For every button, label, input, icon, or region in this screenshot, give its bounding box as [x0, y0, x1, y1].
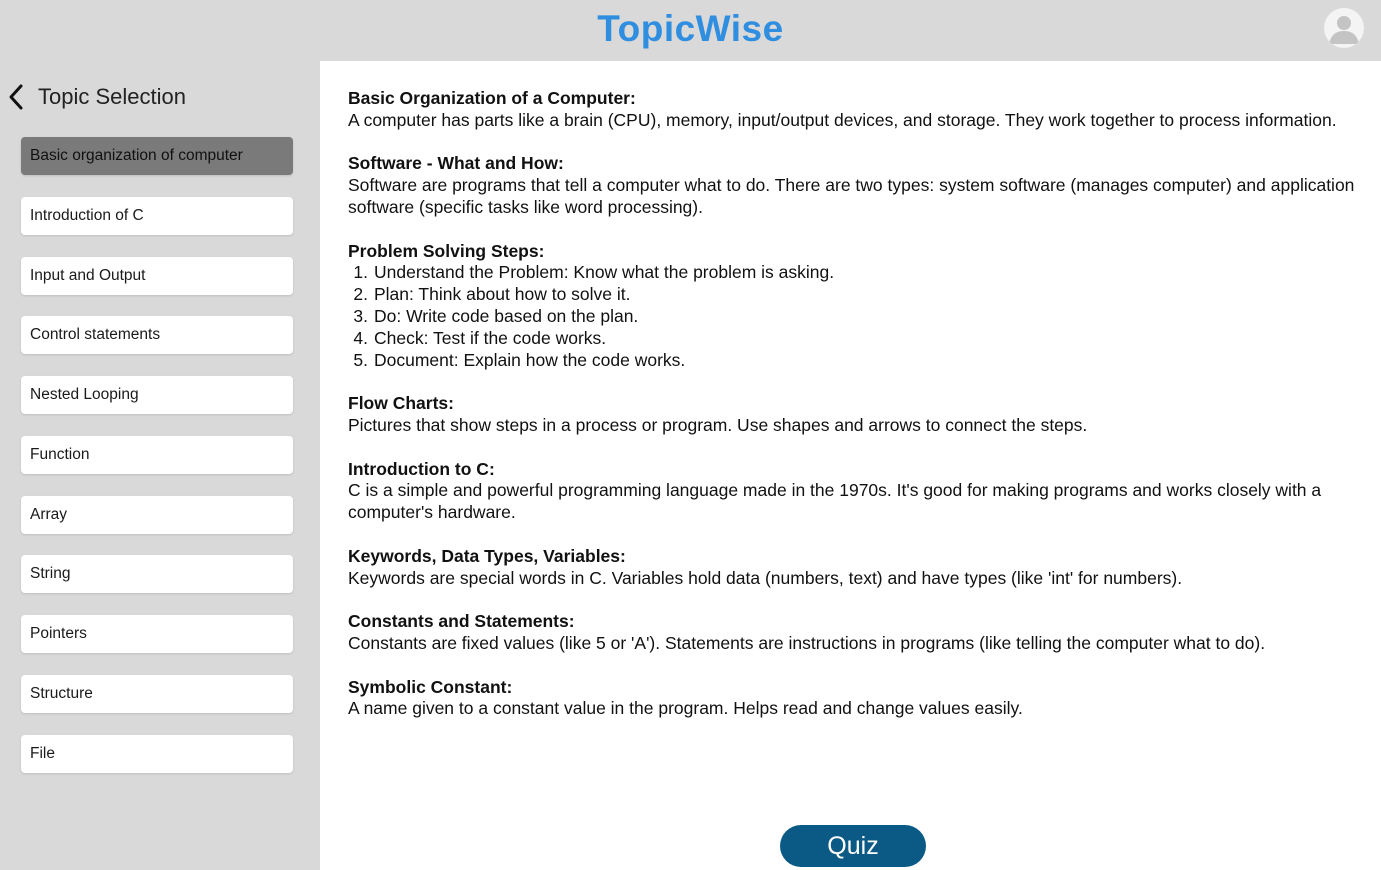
- step-text: Understand the Problem: Know what the pr…: [374, 262, 835, 283]
- chevron-left-icon[interactable]: [6, 83, 28, 111]
- section-title: Problem Solving Steps:: [348, 240, 545, 261]
- section-body: A name given to a constant value in the …: [348, 698, 1023, 719]
- section-body: C is a simple and powerful programming l…: [348, 480, 1322, 523]
- content-section: Introduction to C: C is a simple and pow…: [348, 459, 1358, 524]
- step-text: Do: Write code based on the plan.: [374, 305, 639, 326]
- topic-item-pointers[interactable]: Pointers: [21, 615, 293, 653]
- step-text: Document: Explain how the code works.: [374, 349, 686, 370]
- section-body: A computer has parts like a brain (CPU),…: [348, 109, 1337, 130]
- section-title: Flow Charts:: [348, 393, 454, 414]
- topic-item-nested-looping[interactable]: Nested Looping: [21, 376, 293, 414]
- section-title: Software - What and How:: [348, 153, 564, 174]
- quiz-button[interactable]: Quiz: [780, 825, 926, 867]
- topic-item-string[interactable]: String: [21, 555, 293, 593]
- step-number: 4.: [353, 327, 368, 348]
- section-title: Constants and Statements:: [348, 611, 575, 632]
- step-item: 1. Understand the Problem: Know what the …: [348, 262, 1358, 284]
- step-text: Check: Test if the code works.: [374, 327, 607, 348]
- step-item: 2. Plan: Think about how to solve it.: [348, 284, 1358, 306]
- topic-item-basic-organization[interactable]: Basic organization of computer: [21, 137, 293, 175]
- topic-content: Basic Organization of a Computer: A comp…: [348, 88, 1358, 742]
- section-title: Introduction to C:: [348, 458, 495, 479]
- content-section: Basic Organization of a Computer: A comp…: [348, 88, 1358, 132]
- topic-item-file[interactable]: File: [21, 735, 293, 773]
- content-section: Constants and Statements: Constants are …: [348, 611, 1358, 655]
- step-number: 3.: [353, 305, 368, 326]
- sidebar-title: Topic Selection: [38, 84, 186, 109]
- app-title: TopicWise: [597, 8, 784, 49]
- back-button[interactable]: Topic Selection: [6, 81, 186, 113]
- section-title: Symbolic Constant:: [348, 676, 513, 697]
- section-body: Keywords are special words in C. Variabl…: [348, 567, 1183, 588]
- steps-list: 1. Understand the Problem: Know what the …: [348, 262, 1358, 371]
- topic-item-input-output[interactable]: Input and Output: [21, 257, 293, 295]
- step-item: 4. Check: Test if the code works.: [348, 328, 1358, 350]
- topic-item-array[interactable]: Array: [21, 496, 293, 534]
- step-number: 5.: [353, 349, 368, 370]
- app-header: TopicWise: [0, 0, 1381, 61]
- section-body: Pictures that show steps in a process or…: [348, 414, 1088, 435]
- sidebar: Topic Selection Basic organization of co…: [0, 61, 320, 870]
- section-body: Software are programs that tell a comput…: [348, 175, 1355, 217]
- section-title: Keywords, Data Types, Variables:: [348, 545, 626, 566]
- step-number: 2.: [353, 284, 368, 305]
- step-item: 5. Document: Explain how the code works.: [348, 350, 1358, 372]
- section-title: Basic Organization of a Computer:: [348, 88, 636, 108]
- user-avatar-icon[interactable]: [1324, 8, 1364, 48]
- content-section: Software - What and How: Software are pr…: [348, 153, 1358, 218]
- step-text: Plan: Think about how to solve it.: [374, 284, 631, 305]
- content-section: Problem Solving Steps: 1. Understand the …: [348, 241, 1358, 372]
- section-body: Constants are fixed values (like 5 or 'A…: [348, 632, 1266, 653]
- content-section: Flow Charts: Pictures that show steps in…: [348, 393, 1358, 437]
- step-item: 3. Do: Write code based on the plan.: [348, 306, 1358, 328]
- content-section: Keywords, Data Types, Variables: Keyword…: [348, 546, 1358, 590]
- step-number: 1.: [353, 262, 368, 283]
- topic-item-control-statements[interactable]: Control statements: [21, 316, 293, 354]
- topic-item-function[interactable]: Function: [21, 436, 293, 474]
- content-section: Symbolic Constant: A name given to a con…: [348, 677, 1358, 721]
- topic-item-structure[interactable]: Structure: [21, 675, 293, 713]
- topic-item-introduction-of-c[interactable]: Introduction of C: [21, 197, 293, 235]
